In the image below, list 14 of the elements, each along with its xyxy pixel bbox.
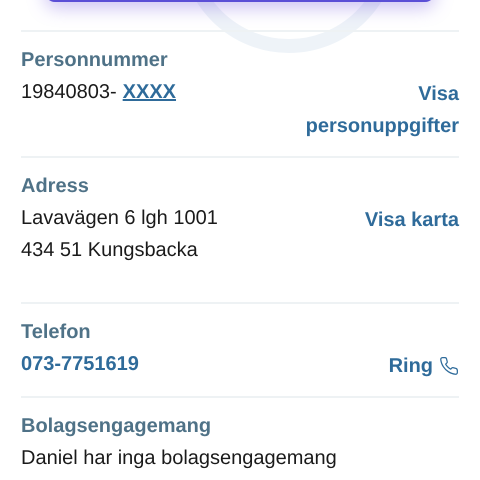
action-link[interactable]: Ring [388,350,459,382]
action-link[interactable]: Visa personuppgifter [289,78,459,142]
field-value: Daniel har inga bolagsengagemang [21,446,337,471]
field-label: Telefon [21,320,92,344]
action-link[interactable]: Visa karta [364,204,459,236]
field-label: Personnummer [21,48,169,72]
field-value: 434 51 Kungsbacka [21,238,199,263]
field-label: Bolagsengagemang [21,414,212,438]
reveal-link[interactable]: XXXX [122,76,176,108]
field-value: 19840803- [21,80,117,105]
phone-link[interactable]: 073-7751619 [21,348,139,380]
phone-icon [439,356,459,376]
field-value: Lavavägen 6 lgh 1001 [21,206,218,231]
field-label: Adress [21,174,90,198]
